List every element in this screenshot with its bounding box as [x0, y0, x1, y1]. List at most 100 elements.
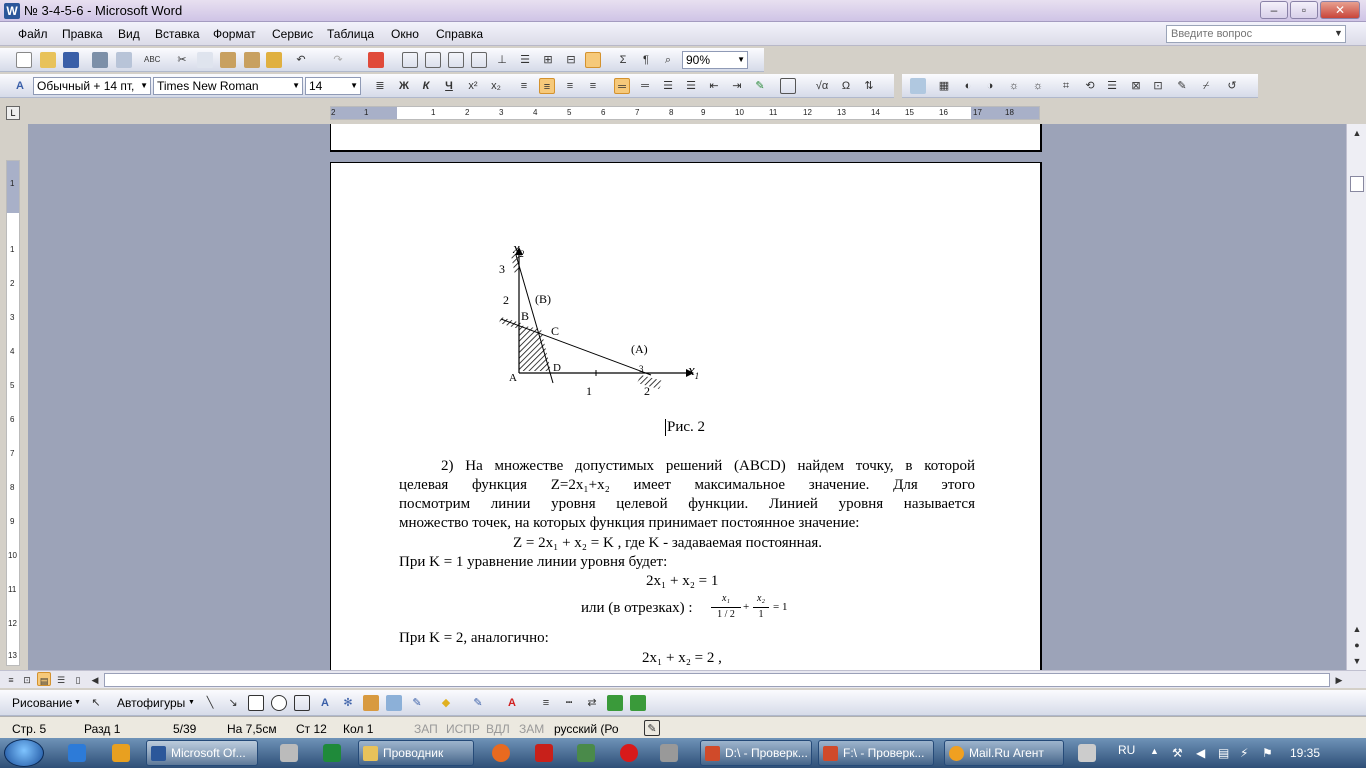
- columns-icon[interactable]: [471, 52, 487, 68]
- line-spacing-2-icon[interactable]: ═: [637, 78, 653, 94]
- bullets-icon[interactable]: ☰: [683, 78, 699, 94]
- vertical-scrollbar[interactable]: ▲ ▲ ● ▼: [1346, 124, 1366, 670]
- insert-picture-icon[interactable]: [910, 78, 926, 94]
- line-style-icon[interactable]: ≡: [538, 695, 554, 711]
- taskbar-explorer[interactable]: Проводник: [358, 740, 474, 766]
- line-tool-icon[interactable]: ╲: [202, 695, 218, 711]
- tray-app-icon[interactable]: [1078, 744, 1096, 762]
- italic-button[interactable]: К: [418, 78, 434, 94]
- calculator-icon[interactable]: [280, 744, 298, 762]
- subscript-icon[interactable]: x₂: [488, 78, 504, 94]
- format-painter-icon[interactable]: [266, 52, 282, 68]
- arrow-style-icon[interactable]: ⇄: [584, 695, 600, 711]
- chevron-down-icon[interactable]: ▼: [140, 81, 148, 90]
- taskbar-folder-d[interactable]: D:\ - Проверк...: [700, 740, 812, 766]
- 3d-style-icon[interactable]: [630, 695, 646, 711]
- font-color-icon[interactable]: A: [504, 695, 520, 711]
- firefox-icon[interactable]: [492, 744, 510, 762]
- styles-icon[interactable]: A: [12, 78, 28, 94]
- close-button[interactable]: ✕: [1320, 1, 1360, 19]
- redo-icon[interactable]: ↷: [330, 52, 346, 68]
- minimize-button[interactable]: –: [1260, 1, 1288, 19]
- select-objects-icon[interactable]: ↖: [88, 695, 104, 711]
- insert-hyperlink-icon[interactable]: [368, 52, 384, 68]
- copy-icon[interactable]: [197, 52, 213, 68]
- menu-table[interactable]: Таблица: [327, 27, 374, 41]
- picture-icon[interactable]: [386, 695, 402, 711]
- increase-indent-icon[interactable]: ⇥: [729, 78, 745, 94]
- insert-excel-icon[interactable]: [448, 52, 464, 68]
- chevron-down-icon[interactable]: ▼: [74, 699, 81, 706]
- taskbar-folder-f[interactable]: F:\ - Проверк...: [818, 740, 934, 766]
- vertical-ruler[interactable]: 1 1 2 3 4 5 6 7 8 9 10 11 12 13: [6, 160, 20, 666]
- omega-icon[interactable]: Ω: [838, 78, 854, 94]
- format-picture-icon[interactable]: ✎: [1174, 78, 1190, 94]
- status-track-changes[interactable]: ИСПР: [446, 722, 480, 736]
- start-button[interactable]: [4, 739, 44, 767]
- normal-view-icon[interactable]: ≡: [4, 672, 18, 686]
- cut-icon[interactable]: ✂: [174, 52, 190, 68]
- decrease-indent-icon[interactable]: ⇤: [706, 78, 722, 94]
- show-formatting-icon[interactable]: ¶: [638, 52, 654, 68]
- reading-layout-icon[interactable]: ⊟: [563, 52, 579, 68]
- menu-format[interactable]: Формат: [213, 27, 256, 41]
- network-icon[interactable]: ▤: [1218, 746, 1229, 760]
- select-browse-object-icon[interactable]: ●: [1350, 638, 1364, 652]
- scroll-down-icon[interactable]: ▼: [1350, 654, 1364, 668]
- app-icon[interactable]: [577, 744, 595, 762]
- menu-view[interactable]: Вид: [118, 27, 140, 41]
- color-icon[interactable]: ▦: [936, 78, 952, 94]
- paste-icon[interactable]: [220, 52, 236, 68]
- fill-color-icon[interactable]: ◆: [438, 695, 454, 711]
- drawing-menu[interactable]: Рисование: [12, 696, 72, 710]
- scroll-track[interactable]: [104, 673, 1330, 687]
- grid-icon[interactable]: ⊞: [540, 52, 556, 68]
- menu-window[interactable]: Окно: [391, 27, 419, 41]
- diagram-icon[interactable]: ✻: [340, 695, 356, 711]
- set-transparent-icon[interactable]: ⌿: [1198, 78, 1214, 94]
- drawing-icon[interactable]: ⊥: [494, 52, 510, 68]
- chevron-down-icon[interactable]: ▼: [350, 81, 358, 90]
- line-color-icon[interactable]: ✎: [470, 695, 486, 711]
- scroll-up-icon[interactable]: ▲: [1350, 126, 1364, 140]
- justify-icon[interactable]: ≡: [585, 78, 601, 94]
- scroll-up-icon[interactable]: ▲: [1350, 622, 1364, 636]
- line-style-icon[interactable]: ☰: [1104, 78, 1120, 94]
- shadow-icon[interactable]: ✎: [409, 695, 425, 711]
- insert-table-icon[interactable]: [425, 52, 441, 68]
- clock[interactable]: 19:35: [1290, 746, 1320, 760]
- shadow-style-icon[interactable]: [607, 695, 623, 711]
- excel-icon[interactable]: [323, 744, 341, 762]
- tray-tool-icon[interactable]: ⚒: [1172, 746, 1183, 760]
- reading-view-icon[interactable]: ▯: [71, 672, 85, 686]
- power-icon[interactable]: ⚡: [1240, 746, 1248, 760]
- spelling-icon[interactable]: ABC: [144, 52, 160, 68]
- save-icon[interactable]: [63, 52, 79, 68]
- document-map-icon[interactable]: ☰: [517, 52, 533, 68]
- scroll-right-icon[interactable]: ▶: [1332, 672, 1346, 686]
- ask-question-input[interactable]: [1166, 25, 1346, 43]
- clip-art-icon[interactable]: [363, 695, 379, 711]
- underline-button[interactable]: Ч: [441, 78, 457, 94]
- document-area[interactable]: x2 x1 3 2 1 2 (B) B C (A) A D 3 Рис. 2 2…: [28, 124, 1346, 670]
- scroll-thumb[interactable]: [1350, 176, 1364, 192]
- align-center-icon[interactable]: ≡: [539, 78, 555, 94]
- open-folder-icon[interactable]: [40, 52, 56, 68]
- font-size-combo[interactable]: 14 ▼: [305, 77, 361, 95]
- taskbar-mailru[interactable]: Mail.Ru Агент: [944, 740, 1064, 766]
- superscript-icon[interactable]: x²: [465, 78, 481, 94]
- chevron-down-icon[interactable]: ▼: [292, 81, 300, 90]
- status-overtype[interactable]: ЗАМ: [519, 722, 544, 736]
- text-wrapping-icon[interactable]: ⊡: [1150, 78, 1166, 94]
- print-preview-icon[interactable]: [116, 52, 132, 68]
- sort-icon[interactable]: ⇅: [861, 78, 877, 94]
- track-changes-icon[interactable]: ✎: [752, 78, 768, 94]
- line-spacing-icon[interactable]: ═: [614, 78, 630, 94]
- font-combo[interactable]: Times New Roman ▼: [153, 77, 303, 95]
- acrobat-icon[interactable]: [535, 744, 553, 762]
- menu-tools[interactable]: Сервис: [272, 27, 313, 41]
- chevron-down-icon[interactable]: ▼: [1334, 28, 1343, 38]
- rotate-icon[interactable]: ⟲: [1082, 78, 1098, 94]
- new-document-icon[interactable]: [16, 52, 32, 68]
- internet-explorer-icon[interactable]: [68, 744, 86, 762]
